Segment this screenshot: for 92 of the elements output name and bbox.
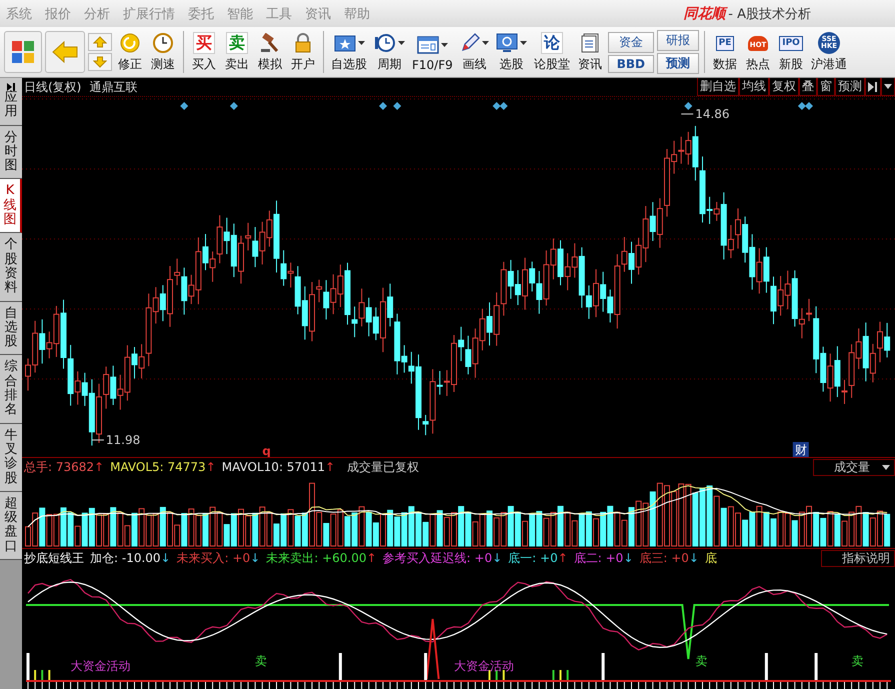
skip-end-icon [868, 82, 878, 92]
window-icon [416, 36, 439, 54]
toolbar-button[interactable]: 卖 卖出 [222, 30, 252, 74]
up-arrow-icon [93, 36, 107, 48]
diamond-marker-icon [230, 102, 238, 110]
toolbar-button[interactable]: 论 论股堂 [532, 30, 572, 74]
chart-button[interactable]: 叠 [799, 78, 817, 96]
toolbar-button[interactable]: BBD [608, 54, 654, 72]
indicator-stat: 加仓: -10.00↓ [90, 550, 171, 566]
pencil-icon [460, 33, 480, 53]
monitor-icon [496, 33, 518, 53]
chart-button[interactable]: 窗 [817, 78, 835, 96]
clock-icon [153, 33, 173, 53]
down-button[interactable] [88, 53, 112, 71]
sidebar-tab[interactable]: 应用 [0, 78, 22, 126]
lock-icon [294, 33, 312, 53]
down-arrow-icon [93, 56, 107, 68]
toolbar-button[interactable]: PE 数据 [710, 30, 740, 74]
stock-name: 通鼎互联 [89, 78, 138, 96]
indicator-stat: 底 [704, 550, 717, 566]
glyph-icon: 买 [193, 32, 215, 54]
sidebar-tab[interactable]: 综合排名 [0, 355, 22, 424]
indicator-stat: 参考买入延迟线: +0↓ [382, 550, 502, 566]
toolbar-button[interactable]: 开户 [288, 30, 318, 74]
sidebar-tab[interactable]: 超级盘口 [0, 492, 22, 560]
caret-icon [884, 84, 892, 89]
finance-mark[interactable]: 财 [792, 442, 809, 457]
fund-activity-label: 大资金活动 [70, 659, 131, 673]
sidebar-tab[interactable]: 分时图 [0, 126, 22, 180]
caret-icon [882, 464, 890, 470]
glyph-icon: 论 [540, 32, 563, 54]
toolbar-button[interactable]: F10/F9 [410, 32, 455, 72]
chart-button[interactable]: 复权 [769, 78, 799, 96]
back-arrow-icon [52, 41, 78, 63]
indicator-stat: 底三: +0↓ [639, 550, 699, 566]
period-label: 日线(复权) [24, 78, 82, 96]
indicator-stat: 未来买入: +0↓ [176, 550, 260, 566]
toolbar-button[interactable]: 画线 [458, 30, 491, 74]
toolbar-button[interactable]: 测速 [148, 30, 178, 74]
brand-logo: 同花顺 [683, 4, 726, 22]
clock-chart-icon [374, 33, 396, 53]
diamond-marker-icon [684, 102, 692, 110]
sidebar-tab[interactable]: 个股资料 [0, 233, 22, 302]
indicator-stat: 底一: +0↑ [508, 550, 568, 566]
diamond-marker-icon [393, 102, 402, 110]
toolbar-button[interactable]: IPO 新股 [776, 30, 806, 74]
sell-signal-label: 卖 [852, 654, 864, 668]
diamond-marker-icon [180, 102, 188, 110]
toolbar-button[interactable]: 预测 [657, 53, 700, 74]
toolbar-button[interactable]: 资讯 [574, 30, 605, 74]
document-badge-icon: PE [716, 36, 734, 50]
volume-stat: MAVOL5: 74773↑ [110, 460, 216, 474]
toolbar-button[interactable] [4, 31, 42, 73]
indicator-stat: 底二: +0↓ [574, 550, 634, 566]
indicator-stat: 未来卖出: +60.00↑ [266, 550, 377, 566]
color-tiles-icon [11, 40, 35, 64]
sidebar-tab[interactable]: 牛叉诊股 [0, 424, 22, 492]
volume-stat: 总手: 73682↑ [24, 458, 104, 476]
document-badge-icon: IPO [779, 36, 803, 50]
window-title: - A股技术分析 [728, 6, 811, 22]
sell-signal-label: 卖 [695, 654, 708, 668]
gavel-icon [260, 33, 280, 53]
expand-icon [7, 83, 15, 91]
sidebar-tab[interactable]: 自选股 [0, 302, 22, 356]
toolbar-button[interactable]: 研报 [657, 30, 700, 51]
chart-button[interactable]: 预测 [835, 78, 865, 96]
up-button[interactable] [88, 33, 112, 51]
toolbar-button[interactable]: 修正 [115, 30, 145, 74]
skip-button[interactable] [865, 78, 881, 96]
toolbar-button[interactable]: 模拟 [255, 30, 285, 74]
chart-button[interactable]: 删自选 [697, 78, 739, 96]
sidebar-tab[interactable]: K线图 [0, 179, 22, 234]
chart-button[interactable]: 均线 [739, 78, 769, 96]
fund-activity-label: 大资金活动 [454, 659, 514, 673]
refresh-icon [120, 33, 140, 53]
diamond-marker-icon [379, 102, 387, 110]
document-icon [580, 33, 599, 53]
toolbar-button[interactable] [45, 31, 85, 73]
indicator-name: 抄底短线王 [24, 550, 84, 566]
sell-signal-label: 卖 [255, 654, 268, 668]
star-folder-icon [334, 34, 356, 52]
toolbar-button[interactable]: 买 买入 [189, 30, 219, 74]
toolbar-button[interactable]: 自选股 [329, 30, 369, 74]
dropdown-button[interactable] [881, 78, 895, 96]
toolbar-button[interactable]: 周期 [372, 30, 407, 74]
toolbar-button[interactable]: 选股 [494, 30, 529, 74]
toolbar-button[interactable]: 资金 [608, 32, 654, 52]
indicator-help-button[interactable]: 指标说明 [821, 550, 895, 566]
volume-note: 成交量已复权 [347, 458, 420, 476]
volume-stat: MAVOL10: 57011↑ [222, 460, 336, 474]
glyph-icon: 卖 [226, 32, 248, 54]
indicator-dropdown[interactable]: 成交量 [813, 458, 895, 476]
